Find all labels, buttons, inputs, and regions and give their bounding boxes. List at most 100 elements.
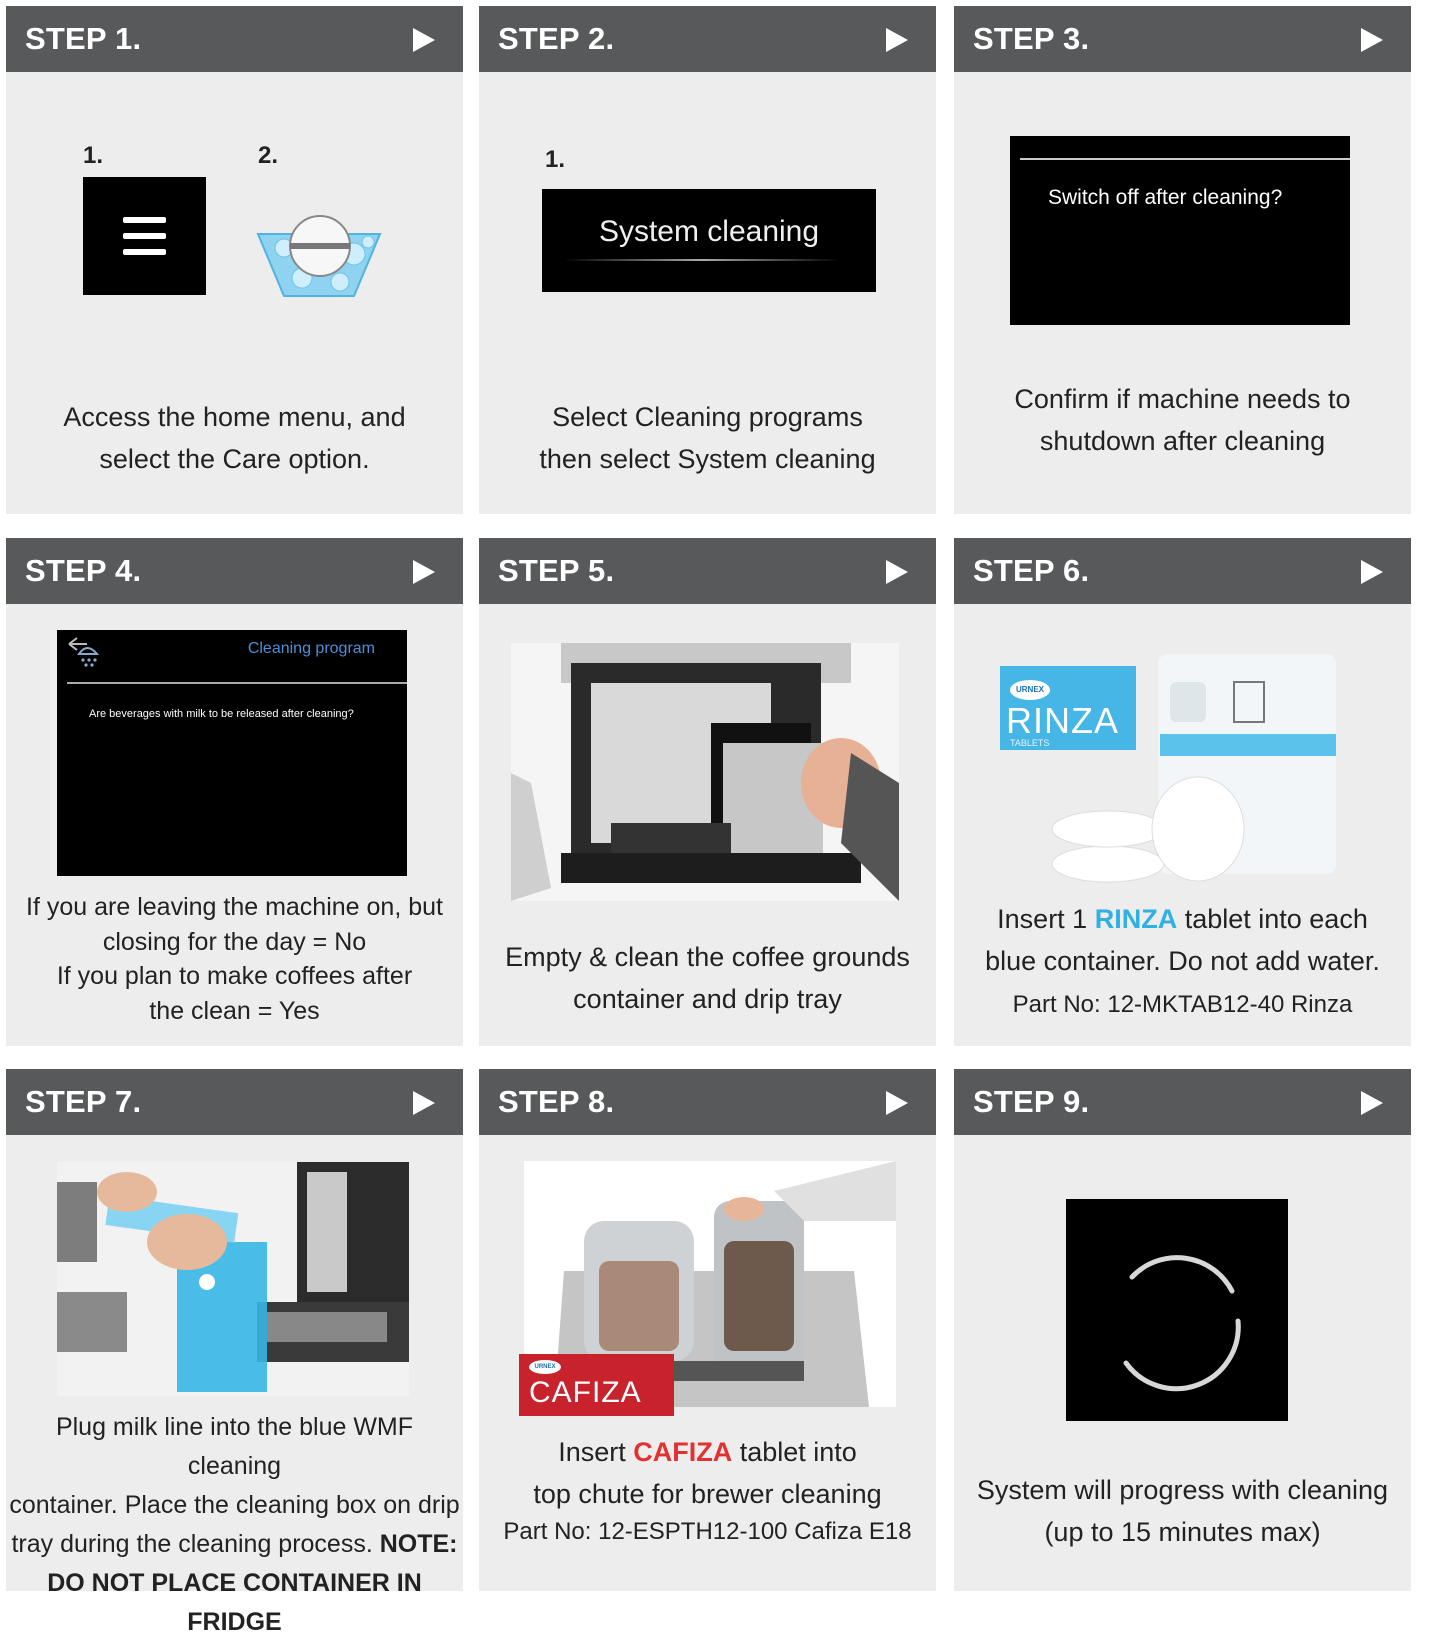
step-5-title: STEP 5. [498, 553, 615, 588]
step-2-desc-line-1: Select Cleaning programs [552, 402, 863, 432]
step-7-title: STEP 7. [25, 1084, 142, 1119]
step-4-desc-line-2: closing for the day = No [102, 927, 367, 956]
step-7-description: Plug milk line into the blue WMF cleanin… [6, 1408, 463, 1642]
step-9-desc-line-1: System will progress with cleaning [976, 1475, 1389, 1505]
play-arrow-icon[interactable] [886, 1091, 908, 1115]
step-9-desc-line-2: (up to 15 minutes max) [1044, 1517, 1321, 1547]
step-5-desc-line-1: Empty & clean the coffee grounds [505, 942, 910, 972]
play-arrow-icon[interactable] [1361, 28, 1383, 52]
step-6-description: Insert 1 RINZA tablet into each blue con… [954, 898, 1411, 1020]
rinza-box-subtitle: TABLETS [1010, 738, 1050, 748]
step-3-desc-line-1: Confirm if machine needs to [1014, 384, 1351, 414]
grounds-container-photo [511, 643, 899, 901]
step-4-desc-line-3: If you plan to make coffees after [56, 962, 413, 990]
rinza-box-brand: RINZA [1006, 700, 1119, 741]
back-cleaning-icon [68, 637, 100, 667]
step-2-number-1: 1. [545, 146, 566, 173]
step-7-card: STEP 7. Plug milk line into the blue WMF… [6, 1069, 463, 1636]
step-2-title: STEP 2. [498, 21, 615, 56]
step-4-header[interactable]: STEP 4. [6, 538, 463, 604]
step-6-title: STEP 6. [973, 553, 1090, 588]
screen-divider [1020, 158, 1350, 160]
step-4-desc-line-1: If you are leaving the machine on, but [26, 893, 443, 921]
step-7-desc-line-3-text: tray during the cleaning process. [11, 1530, 380, 1558]
step-2-description: Select Cleaning programs then select Sys… [479, 396, 936, 480]
step-7-header[interactable]: STEP 7. [6, 1069, 463, 1135]
step-9-card: STEP 9. System will progress with cleani… [954, 1069, 1411, 1591]
play-arrow-icon[interactable] [413, 28, 435, 52]
play-arrow-icon[interactable] [886, 560, 908, 584]
step-6-desc-line-1: Insert 1 RINZA tablet into each [954, 898, 1411, 940]
cafiza-brand-text: CAFIZA [633, 1437, 733, 1467]
step-8-desc-line-2: top chute for brewer cleaning [533, 1479, 882, 1509]
step-6-desc-line-2: blue container. Do not add water. [985, 946, 1380, 976]
screen-divider [67, 682, 407, 684]
milk-line-photo [57, 1162, 409, 1396]
rinza-brand-text: RINZA [1094, 904, 1178, 934]
hamburger-menu-icon [123, 217, 166, 255]
step-3-card: STEP 3. Switch off after cleaning? Confi… [954, 6, 1411, 514]
cafiza-box-brand: CAFIZA [529, 1376, 642, 1409]
progress-screen [1066, 1199, 1288, 1421]
play-arrow-icon[interactable] [413, 560, 435, 584]
step-2-header[interactable]: STEP 2. [479, 6, 936, 72]
step-8-desc-line-1: Insert CAFIZA tablet into [479, 1431, 936, 1473]
play-arrow-icon[interactable] [413, 1091, 435, 1115]
menu-screen [83, 177, 206, 295]
step-9-description: System will progress with cleaning (up t… [954, 1469, 1411, 1553]
play-arrow-icon[interactable] [1361, 560, 1383, 584]
step-1-number-2: 2. [258, 142, 279, 169]
switch-off-question: Switch off after cleaning? [1048, 186, 1283, 209]
note-label: NOTE: [379, 1530, 458, 1558]
step-3-description: Confirm if machine needs to shutdown aft… [954, 378, 1411, 462]
step-2-card: STEP 2. 1. System cleaning Select Cleani… [479, 6, 936, 514]
urnex-logo: URNEX [1010, 680, 1050, 700]
step-9-title: STEP 9. [973, 1084, 1090, 1119]
system-cleaning-screen: System cleaning [542, 189, 876, 292]
care-tablet-icon [256, 215, 382, 297]
step-3-title: STEP 3. [973, 21, 1090, 56]
step-4-description: If you are leaving the machine on, but c… [6, 890, 463, 1028]
step-6-desc-prefix: Insert 1 [997, 904, 1095, 934]
step-5-header[interactable]: STEP 5. [479, 538, 936, 604]
step-7-desc-line-1: Plug milk line into the blue WMF cleanin… [55, 1413, 414, 1480]
switch-off-screen: Switch off after cleaning? [1010, 136, 1350, 325]
cafiza-box: URNEX CAFIZA [519, 1354, 674, 1416]
step-1-title: STEP 1. [25, 21, 142, 56]
step-3-desc-line-2: shutdown after cleaning [1039, 426, 1326, 456]
rinza-tablets-photo: URNEX RINZA TABLETS [998, 654, 1338, 890]
step-1-desc-line-2: select the Care option. [99, 444, 370, 474]
step-6-header[interactable]: STEP 6. [954, 538, 1411, 604]
system-cleaning-label: System cleaning [598, 215, 820, 248]
step-4-card: STEP 4. Cleaning program Are beverages w… [6, 538, 463, 1046]
step-8-card: STEP 8. URNEX CAFIZA Insert CAFIZA table… [479, 1069, 936, 1591]
step-7-desc-line-3: tray during the cleaning process. NOTE: [6, 1525, 463, 1564]
urnex-logo: URNEX [529, 1360, 561, 1374]
step-8-description: Insert CAFIZA tablet into top chute for … [479, 1431, 936, 1547]
step-2-desc-line-2: then select System cleaning [539, 444, 876, 474]
step-5-description: Empty & clean the coffee grounds contain… [479, 936, 936, 1020]
cleaning-program-title: Cleaning program [247, 640, 375, 657]
step-7-desc-line-2: container. Place the cleaning box on dri… [9, 1491, 460, 1519]
step-6-desc-suffix: tablet into each [1177, 904, 1368, 934]
step-8-header[interactable]: STEP 8. [479, 1069, 936, 1135]
step-1-description: Access the home menu, and select the Car… [6, 396, 463, 480]
step-1-desc-line-1: Access the home menu, and [63, 402, 406, 432]
step-4-title: STEP 4. [25, 553, 142, 588]
cafiza-part-number: Part No: 12-ESPTH12-100 Cafiza E18 [503, 1518, 912, 1545]
step-3-header[interactable]: STEP 3. [954, 6, 1411, 72]
play-arrow-icon[interactable] [886, 28, 908, 52]
cleaning-program-screen: Cleaning program Are beverages with milk… [57, 630, 407, 876]
fridge-warning: DO NOT PLACE CONTAINER IN FRIDGE [47, 1569, 422, 1636]
step-8-desc-prefix: Insert [558, 1437, 634, 1467]
play-arrow-icon[interactable] [1361, 1091, 1383, 1115]
step-6-card: STEP 6. URNEX RINZA TABLETS Insert 1 RIN… [954, 538, 1411, 1046]
rinza-part-number: Part No: 12-MKTAB12-40 Rinza [1012, 991, 1353, 1018]
step-8-title: STEP 8. [498, 1084, 615, 1119]
underline-divider [564, 259, 840, 261]
step-8-desc-suffix: tablet into [732, 1437, 857, 1467]
step-1-header[interactable]: STEP 1. [6, 6, 463, 72]
step-9-header[interactable]: STEP 9. [954, 1069, 1411, 1135]
step-1-number-1: 1. [83, 142, 104, 169]
step-4-desc-line-4: the clean = Yes [149, 996, 320, 1025]
